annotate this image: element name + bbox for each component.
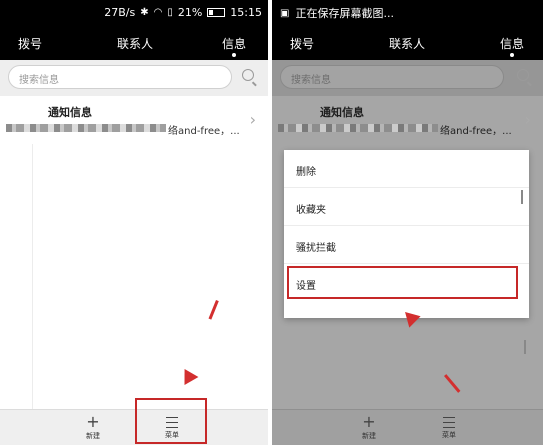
tab-bar: 拨号 联系人 信息 bbox=[272, 26, 543, 60]
tab-dialer[interactable]: 拨号 bbox=[290, 35, 314, 52]
left-phone-screen: 27B/s ✱ ◠ ▯ 21% 15:15 拨号 联系人 信息 搜索信息 通知信… bbox=[0, 0, 268, 445]
chevron-right-icon: › bbox=[524, 110, 531, 129]
bottom-toolbar: + 新建 菜单 bbox=[272, 409, 543, 445]
new-label: 新建 bbox=[362, 432, 376, 440]
clock: 15:15 bbox=[230, 6, 262, 19]
search-icon[interactable] bbox=[242, 69, 254, 81]
conversation-list: 通知信息 络and-free，... › bbox=[0, 96, 268, 409]
menu-item-harassment-block[interactable]: 骚扰拦截 bbox=[284, 226, 529, 264]
sim-icon: ▯ bbox=[167, 7, 173, 18]
search-area: 搜索信息 bbox=[272, 60, 543, 96]
conversation-title: 通知信息 bbox=[48, 106, 92, 119]
list-item[interactable]: 通知信息 络and-free，... › bbox=[272, 96, 543, 144]
status-bar: ▣ 正在保存屏幕截图... bbox=[272, 0, 543, 26]
status-bar: 27B/s ✱ ◠ ▯ 21% 15:15 bbox=[0, 0, 268, 26]
active-tab-indicator bbox=[510, 53, 514, 57]
new-message-button[interactable]: + 新建 bbox=[78, 413, 108, 441]
chevron-right-icon: › bbox=[249, 110, 256, 129]
bottom-toolbar: + 新建 菜单 bbox=[0, 409, 268, 445]
menu-item-favorites[interactable]: 收藏夹 bbox=[284, 188, 529, 226]
notification-text: 正在保存屏幕截图... bbox=[295, 7, 394, 20]
tab-messages[interactable]: 信息 bbox=[500, 35, 524, 52]
menu-item-delete[interactable]: 删除 bbox=[284, 150, 529, 188]
list-scrollbar[interactable] bbox=[524, 340, 526, 354]
highlight-box bbox=[287, 266, 518, 299]
conversation-snippet: 络and-free，... bbox=[168, 126, 240, 137]
menu-label: 菜单 bbox=[442, 431, 456, 439]
tab-dialer[interactable]: 拨号 bbox=[18, 35, 42, 52]
menu-button[interactable]: 菜单 bbox=[434, 413, 464, 440]
tab-bar: 拨号 联系人 信息 bbox=[0, 26, 268, 60]
search-input[interactable]: 搜索信息 bbox=[280, 65, 504, 89]
plus-icon: + bbox=[362, 412, 376, 431]
search-input[interactable]: 搜索信息 bbox=[8, 65, 232, 89]
blurred-preview bbox=[278, 124, 438, 132]
conversation-title: 通知信息 bbox=[320, 106, 364, 119]
tab-contacts[interactable]: 联系人 bbox=[117, 35, 153, 52]
blurred-preview bbox=[6, 124, 166, 132]
network-speed: 27B/s bbox=[104, 6, 136, 19]
tab-contacts[interactable]: 联系人 bbox=[389, 35, 425, 52]
battery-percent: 21% bbox=[177, 6, 203, 19]
active-tab-indicator bbox=[232, 53, 236, 57]
wifi-icon: ◠ bbox=[153, 7, 163, 18]
battery-icon bbox=[207, 8, 226, 17]
bluetooth-icon: ✱ bbox=[140, 7, 149, 18]
screenshot-icon: ▣ bbox=[280, 7, 290, 19]
highlight-box bbox=[135, 398, 207, 444]
tab-messages[interactable]: 信息 bbox=[222, 35, 246, 52]
search-area: 搜索信息 bbox=[0, 60, 268, 96]
new-label: 新建 bbox=[86, 432, 100, 440]
new-message-button[interactable]: + 新建 bbox=[354, 413, 384, 441]
right-phone-screen: ▣ 正在保存屏幕截图... 拨号 联系人 信息 搜索信息 通知信息 络and-f… bbox=[272, 0, 543, 445]
search-icon[interactable] bbox=[517, 69, 529, 81]
list-item[interactable]: 通知信息 络and-free，... › bbox=[0, 96, 268, 144]
plus-icon: + bbox=[86, 412, 100, 431]
scrollbar[interactable] bbox=[521, 190, 523, 204]
menu-icon bbox=[443, 417, 455, 428]
divider bbox=[32, 144, 33, 409]
conversation-snippet: 络and-free，... bbox=[440, 126, 512, 137]
